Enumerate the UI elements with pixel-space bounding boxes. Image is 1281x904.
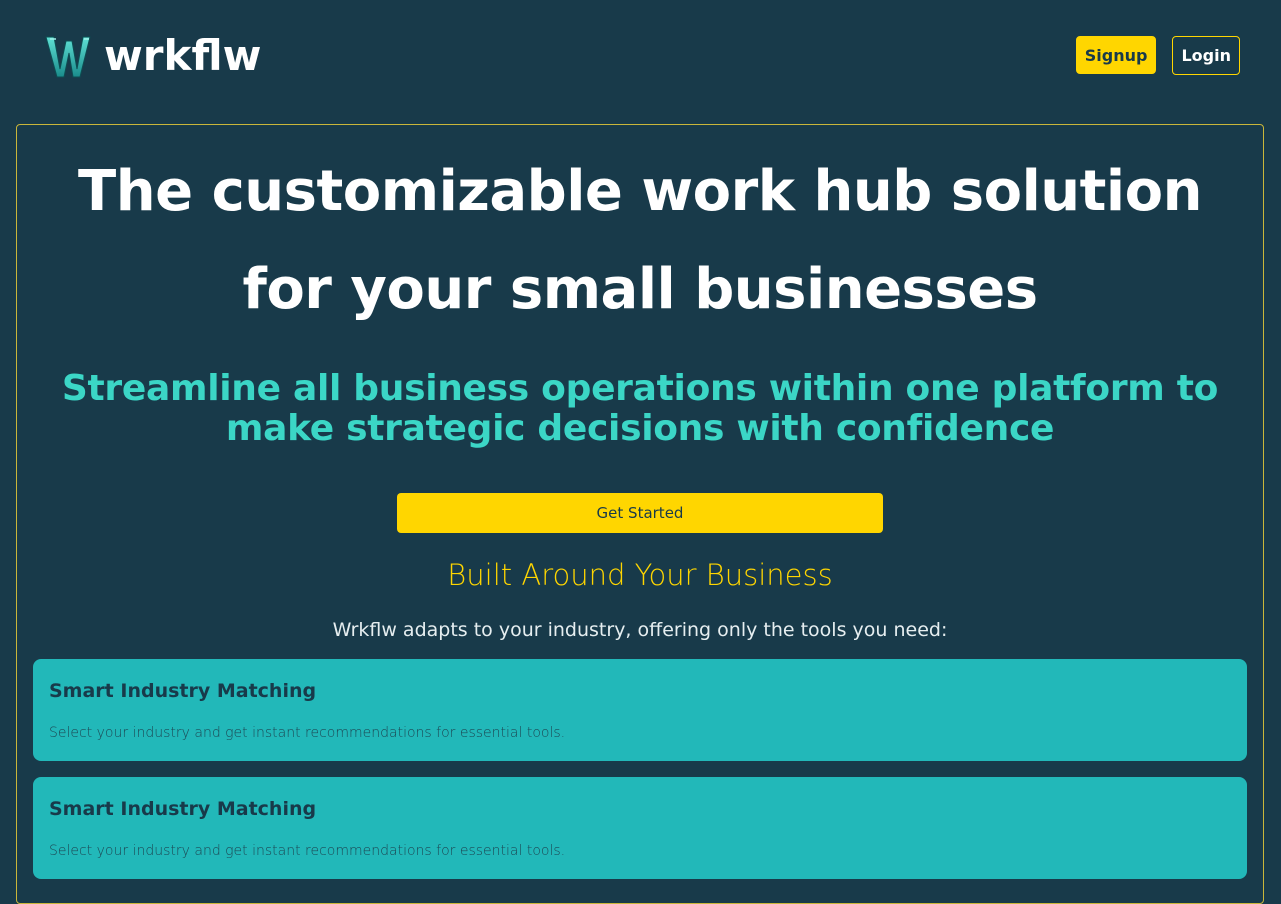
- feature-card-description: Select your industry and get instant rec…: [49, 843, 566, 859]
- site-header: wrkflw Signup Login: [0, 0, 1281, 112]
- logo[interactable]: wrkflw: [44, 30, 261, 82]
- hero-title: The customizable work hub solution for y…: [78, 159, 1202, 322]
- logo-w-icon: [45, 36, 91, 78]
- features-description: Wrkflw adapts to your industry, offering…: [332, 619, 948, 641]
- feature-card-title: Smart Industry Matching: [49, 798, 317, 820]
- get-started-button[interactable]: Get Started: [397, 493, 883, 533]
- login-button[interactable]: Login: [1172, 36, 1240, 75]
- hero-subtitle: Streamline all business operations withi…: [61, 368, 1219, 449]
- nav-buttons: Signup Login: [1075, 36, 1240, 75]
- feature-card-title: Smart Industry Matching: [49, 680, 317, 702]
- hero-section: The customizable work hub solution for y…: [16, 124, 1264, 904]
- feature-card-description: Select your industry and get instant rec…: [49, 725, 566, 741]
- signup-button[interactable]: Signup: [1075, 36, 1157, 74]
- feature-card: Smart Industry Matching Select your indu…: [33, 659, 1247, 761]
- feature-card: Smart Industry Matching Select your indu…: [33, 777, 1247, 879]
- logo-text: wrkflw: [104, 31, 262, 80]
- features-title: Built Around Your Business: [447, 558, 833, 592]
